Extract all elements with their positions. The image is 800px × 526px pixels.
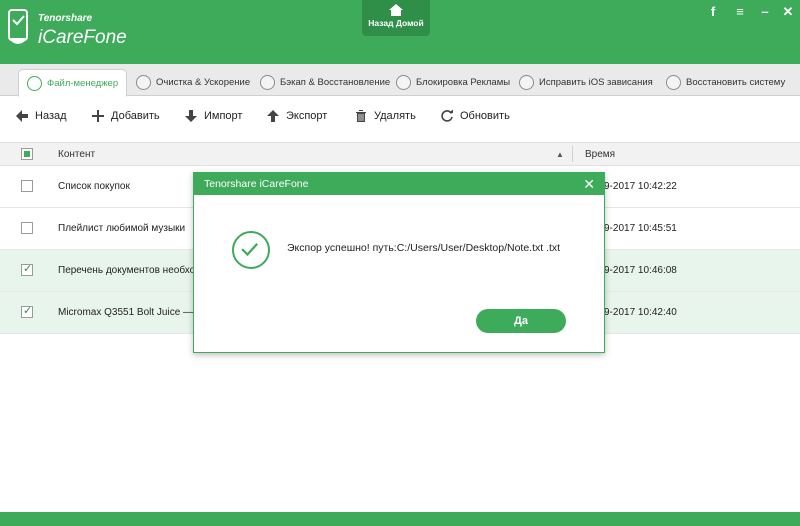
import-label: Импорт [204,110,243,122]
row-checkbox[interactable] [21,304,33,318]
feature-tabs: Файл-менеджер Очистка & Ускорение Бэкап … [0,64,800,97]
toolbar: Назад Добавить Импорт Экспорт Удалять Об… [0,97,800,141]
row-name: Перечень документов необхо [58,265,196,276]
row-time: 9-2017 10:46:08 [604,265,677,276]
sort-up-icon[interactable]: ▲ [556,150,564,159]
trash-icon [356,110,366,122]
home-button[interactable]: Назад Домой [362,0,430,36]
row-time: 9-2017 10:42:40 [604,307,677,318]
dialog-title: Tenorshare iCareFone [204,178,309,190]
back-button[interactable]: Назад [15,109,67,123]
refresh-icon [441,109,453,122]
status-bar [0,512,800,526]
row-checkbox[interactable] [21,180,33,192]
tab-backup[interactable]: Бэкап & Восстановление [260,69,390,96]
tab-label: Файл-менеджер [47,77,119,89]
rocket-icon [136,75,151,90]
app-header: Tenorshare iCareFone Назад Домой f ≡ – ✕ [0,0,800,64]
tab-label: Блокировка Рекламы [416,77,511,88]
delete-label: Удалять [374,110,416,122]
wrench-icon [666,75,681,90]
home-icon [389,4,403,16]
add-label: Добавить [111,110,160,122]
tab-ad-block[interactable]: Блокировка Рекламы [396,69,510,96]
delete-button[interactable]: Удалять [354,109,416,123]
select-all-checkbox[interactable] [21,148,33,160]
repair-icon [519,75,534,90]
arrow-left-icon [16,110,28,122]
column-divider [572,146,573,162]
arrow-down-icon [185,110,197,122]
row-checkbox[interactable] [21,262,33,276]
tab-restore-system[interactable]: Восстановить систему [666,69,785,96]
row-checkbox[interactable] [21,222,33,234]
home-button-label: Назад Домой [368,18,424,28]
import-button[interactable]: Импорт [184,109,242,123]
tab-label: Очистка & Ускорение [156,77,251,88]
tab-cleanup[interactable]: Очистка & Ускорение [136,69,250,96]
dialog-message: Экспор успешно! путь:C:/Users/User/Deskt… [287,242,561,254]
phone-logo-icon [8,9,28,44]
close-window-icon[interactable]: ✕ [779,4,797,20]
dialog-title-bar: Tenorshare iCareFone ✕ [194,173,604,195]
tab-label: Исправить iOS зависания [539,77,653,88]
brand-company: Tenorshare [38,13,93,24]
add-button[interactable]: Добавить [91,109,160,123]
minimize-icon[interactable]: – [756,4,774,20]
file-manager-icon [27,75,42,91]
back-label: Назад [35,110,67,122]
export-button[interactable]: Экспорт [266,109,327,123]
ok-button[interactable]: Да [476,309,566,333]
export-success-dialog: Tenorshare iCareFone ✕ Экспор успешно! п… [193,172,605,353]
ad-block-icon [396,75,411,90]
row-name: Micromax Q3551 Bolt Juice — c [58,307,201,318]
dialog-close-icon[interactable]: ✕ [583,176,595,193]
tab-fix-ios[interactable]: Исправить iOS зависания [519,69,653,96]
facebook-icon[interactable]: f [704,4,722,20]
export-label: Экспорт [286,110,328,122]
menu-icon[interactable]: ≡ [731,4,749,20]
plus-icon [92,110,104,122]
tab-file-manager[interactable]: Файл-менеджер [18,69,128,97]
row-time: 9-2017 10:42:22 [604,181,677,192]
row-name: Список покупок [58,181,130,192]
refresh-label: Обновить [460,110,510,122]
brand-name: iCareFone [38,27,127,48]
tab-label: Восстановить систему [686,77,786,88]
success-check-icon [232,231,270,269]
refresh-button[interactable]: Обновить [440,109,510,123]
row-name: Плейлист любимой музыки [58,223,186,234]
backup-icon [260,75,275,90]
column-content-header[interactable]: Контент [58,149,95,160]
table-header: Контент ▲ Время [0,142,800,166]
row-time: 9-2017 10:45:51 [604,223,677,234]
arrow-up-icon [267,110,279,122]
column-time-header[interactable]: Время [585,149,615,160]
tab-label: Бэкап & Восстановление [280,77,391,88]
